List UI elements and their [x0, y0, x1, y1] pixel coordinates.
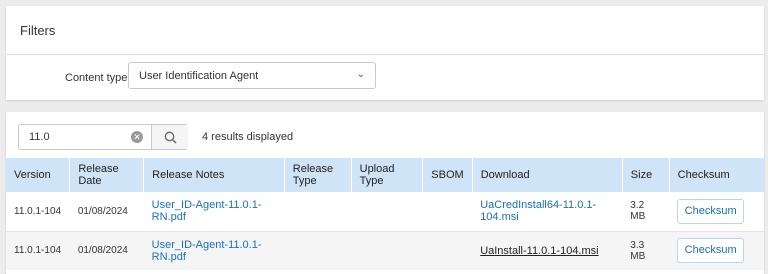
table-header-row: Version Release Date Release Notes Relea…: [6, 158, 764, 192]
table-row: 11.0.1-104 01/08/2024 User_ID-Agent-11.0…: [6, 192, 764, 232]
cell-checksum: Checksum: [669, 192, 764, 232]
header-release-date[interactable]: Release Date: [69, 158, 145, 192]
table-row: 11.0.1-104 01/08/2024 User_ID-Agent-11.0…: [6, 231, 764, 270]
checksum-button[interactable]: Checksum: [677, 198, 745, 224]
filters-panel: Filters Content type User Identification…: [6, 6, 764, 100]
cell-release-date: 01/08/2024: [69, 231, 144, 270]
header-version[interactable]: Version: [6, 158, 71, 192]
search-box: ✕: [18, 124, 188, 150]
search-button[interactable]: [151, 125, 188, 149]
results-count: 4 results displayed: [202, 131, 294, 143]
cell-size: 3.3 MB: [622, 231, 670, 270]
cell-version: 11.0.1-104: [6, 192, 70, 232]
release-notes-link[interactable]: User_ID-Agent-11.0.1-RN.pdf: [152, 199, 262, 223]
cell-version: 11.0.1-104: [6, 231, 70, 270]
results-panel: ✕ 4 results displayed Version Release Da…: [6, 112, 764, 274]
cell-size: 3.2 MB: [622, 192, 670, 232]
filters-divider: [6, 54, 764, 55]
search-icon: [164, 131, 176, 143]
filters-title: Filters: [20, 23, 56, 38]
cell-upload-type: [351, 192, 423, 232]
clear-icon[interactable]: ✕: [131, 131, 143, 143]
download-link[interactable]: UaInstall-11.0.1-104.msi: [480, 245, 598, 257]
cell-release-notes: User_ID-Agent-11.0.1-RN.pdf: [143, 192, 285, 232]
cell-release-type: [284, 231, 352, 270]
release-notes-link[interactable]: User_ID-Agent-11.0.1-RN.pdf: [152, 239, 262, 263]
header-release-notes[interactable]: Release Notes: [143, 158, 285, 192]
cell-sbom: [422, 231, 473, 270]
header-download[interactable]: Download: [472, 158, 623, 192]
content-type-value: User Identification Agent: [139, 70, 259, 82]
header-checksum[interactable]: Checksum: [669, 158, 764, 192]
download-link[interactable]: UaCredInstall64-11.0.1-104.msi: [480, 199, 596, 223]
cell-sbom: [422, 192, 473, 232]
cell-upload-type: [351, 231, 423, 270]
header-upload-type[interactable]: Upload Type: [351, 158, 424, 192]
content-type-label: Content type: [65, 72, 128, 84]
cell-checksum: Checksum: [669, 231, 764, 270]
cell-release-notes: User_ID-Agent-11.0.1-RN.pdf: [143, 231, 285, 270]
header-sbom[interactable]: SBOM: [422, 158, 473, 192]
checksum-button[interactable]: Checksum: [677, 238, 745, 264]
cell-release-type: [284, 192, 352, 232]
header-release-type[interactable]: Release Type: [284, 158, 352, 192]
cell-download: UaInstall-11.0.1-104.msi: [472, 231, 623, 270]
cell-download: UaCredInstall64-11.0.1-104.msi: [472, 192, 623, 232]
results-table: Version Release Date Release Notes Relea…: [6, 158, 764, 270]
chevron-down-icon: ⌄: [356, 69, 365, 80]
header-size[interactable]: Size: [622, 158, 670, 192]
content-type-select[interactable]: User Identification Agent ⌄: [128, 62, 376, 89]
cell-release-date: 01/08/2024: [69, 192, 144, 232]
